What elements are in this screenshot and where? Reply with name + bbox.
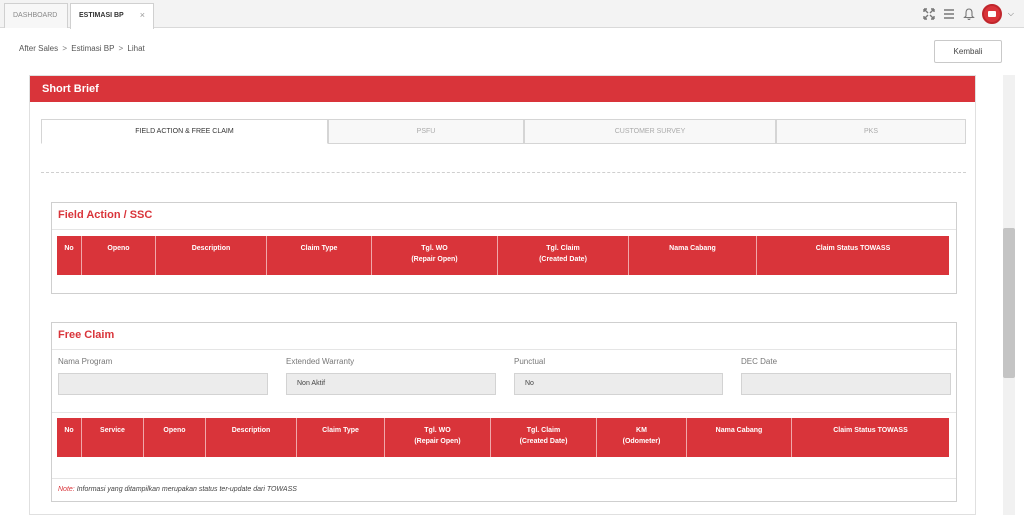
free-claim-section: Free Claim Nama Program Extended Warrant…	[51, 322, 957, 502]
section-divider	[52, 412, 956, 413]
punctual-field[interactable]: No	[514, 373, 723, 395]
breadcrumb-separator: >	[118, 44, 124, 53]
column-header: No	[57, 236, 82, 275]
section-title-free-claim: Free Claim	[58, 329, 115, 341]
tab-psfu[interactable]: PSFU	[328, 119, 524, 144]
section-divider	[52, 478, 956, 479]
column-header: Description	[206, 418, 297, 457]
free-claim-table-header: No Service Openo Description Claim Type …	[57, 418, 949, 457]
top-tab-bar: DASHBOARD ESTIMASI BP × ⌵	[0, 0, 1024, 29]
short-brief-card: Short Brief FIELD ACTION & FREE CLAIM PS…	[29, 75, 976, 515]
breadcrumb-item-lihat: Lihat	[127, 44, 145, 53]
breadcrumb-item-estimasi-bp[interactable]: Estimasi BP	[71, 44, 114, 53]
column-header: Claim Status TOWASS	[833, 427, 908, 434]
tab-pks[interactable]: PKS	[776, 119, 966, 144]
menu-icon[interactable]	[942, 7, 956, 21]
column-header: Openo	[82, 236, 156, 275]
breadcrumb-separator: >	[62, 44, 68, 53]
towass-note: Note: Informasi yang ditampilkan merupak…	[58, 486, 297, 493]
tab-estimasi-bp[interactable]: ESTIMASI BP ×	[70, 3, 154, 29]
note-label: Note:	[58, 486, 75, 493]
column-header: KM (Odometer)	[597, 418, 687, 457]
divider	[41, 172, 966, 173]
column-header: Service	[82, 418, 144, 457]
tab-dashboard-label: DASHBOARD	[13, 12, 58, 19]
punctual-label: Punctual	[514, 357, 546, 366]
extended-warranty-field[interactable]: Non Aktif	[286, 373, 496, 395]
column-header: Description	[156, 236, 267, 275]
extended-warranty-label: Extended Warranty	[286, 357, 355, 366]
field-action-section: Field Action / SSC No Openo Description …	[51, 202, 957, 294]
column-header: Tgl. WO (Repair Open)	[385, 418, 491, 457]
tab-customer-survey[interactable]: CUSTOMER SURVEY	[524, 119, 776, 144]
column-header: Claim Type	[297, 418, 385, 457]
expand-icon[interactable]	[922, 7, 936, 21]
column-header: Claim Type	[267, 236, 372, 275]
dec-date-label: DEC Date	[741, 357, 778, 366]
breadcrumb: After Sales > Estimasi BP > Lihat	[19, 44, 145, 53]
dec-date-field[interactable]	[741, 373, 951, 395]
column-header: Nama Cabang	[629, 236, 757, 275]
chevron-down-icon[interactable]: ⌵	[1008, 9, 1014, 19]
column-header: No	[57, 418, 82, 457]
section-divider	[52, 349, 956, 350]
nama-program-label: Nama Program	[58, 357, 113, 366]
field-action-table-header: No Openo Description Claim Type Tgl. WO …	[57, 236, 949, 275]
column-header: Nama Cabang	[687, 418, 792, 457]
close-icon[interactable]: ×	[140, 4, 145, 27]
kembali-button[interactable]: Kembali	[934, 40, 1002, 63]
column-header: Openo	[144, 418, 206, 457]
column-header: Tgl. Claim (Created Date)	[491, 418, 597, 457]
tab-dashboard[interactable]: DASHBOARD	[4, 3, 68, 28]
card-title: Short Brief	[30, 76, 975, 102]
column-header: Tgl. Claim (Created Date)	[498, 236, 629, 275]
column-header: Claim Status TOWASS	[815, 245, 891, 252]
tab-field-action-free-claim[interactable]: FIELD ACTION & FREE CLAIM	[41, 119, 328, 144]
note-text: Informasi yang ditampilkan merupakan sta…	[76, 486, 297, 493]
breadcrumb-item-after-sales[interactable]: After Sales	[19, 44, 58, 53]
topbar-icons: ⌵	[922, 4, 1014, 24]
tab-estimasi-bp-label: ESTIMASI BP	[79, 12, 124, 19]
column-header: Tgl. WO (Repair Open)	[372, 236, 498, 275]
avatar[interactable]	[981, 4, 1002, 24]
section-title-field-action: Field Action / SSC	[58, 209, 153, 221]
scrollbar-thumb[interactable]	[1003, 228, 1015, 378]
section-divider	[52, 229, 956, 230]
nama-program-field[interactable]	[58, 373, 268, 395]
bell-icon[interactable]	[962, 7, 976, 21]
